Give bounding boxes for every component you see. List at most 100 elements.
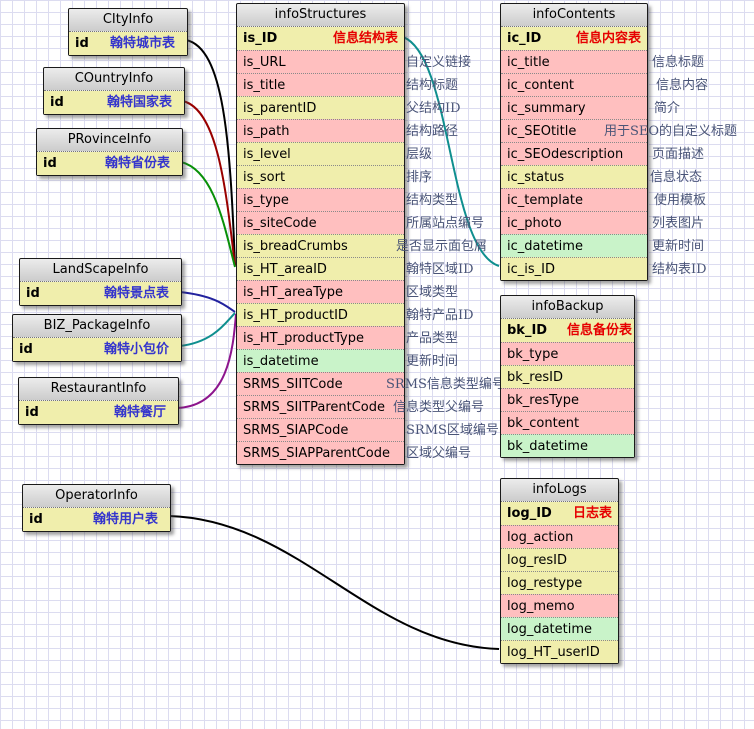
table-row[interactable]: is_path 结构路径 (237, 119, 404, 142)
table-row[interactable]: ic_SEOtitle 用于SEO的自定义标题 (501, 119, 647, 142)
table-title[interactable]: OperatorInfo (23, 485, 170, 508)
table-title[interactable]: BIZ_PackageInfo (13, 315, 181, 338)
table-row[interactable]: ic_title 信息标题 (501, 50, 647, 73)
table-row[interactable]: log_ID 日志表 (501, 502, 618, 525)
table-infobackup[interactable]: infoBackup bk_ID 信息备份表 bk_type bk_resID … (500, 295, 635, 458)
field-name: ic_datetime (507, 239, 583, 254)
field-note: 结构类型 (406, 189, 458, 212)
relationship-bizpackageinfo-infostructures[interactable] (180, 313, 235, 346)
table-infologs[interactable]: infoLogs log_ID 日志表 log_action log_resID… (500, 478, 619, 664)
table-landscapeinfo[interactable]: LandScapeInfo id 翰特景点表 (19, 258, 182, 306)
table-row[interactable]: bk_type (501, 342, 634, 365)
table-row[interactable]: id 翰特城市表 (69, 32, 187, 55)
table-title[interactable]: CItyInfo (69, 9, 187, 32)
table-row[interactable]: log_HT_userID (501, 640, 618, 663)
table-row[interactable]: is_datetime 更新时间 (237, 349, 404, 372)
field-note: 页面描述 (652, 143, 704, 166)
table-row[interactable]: log_memo (501, 594, 618, 617)
relationship-countryinfo-infostructures[interactable] (183, 101, 235, 266)
table-row[interactable]: is_title 结构标题 (237, 73, 404, 96)
table-row[interactable]: is_HT_areaID 翰特区域ID (237, 257, 404, 280)
field-name: is_datetime (243, 354, 319, 369)
table-label: 翰特用户表 (93, 508, 158, 531)
table-provinceinfo[interactable]: PRovinceInfo id 翰特省份表 (36, 128, 183, 176)
table-row[interactable]: is_sort 排序 (237, 165, 404, 188)
table-row[interactable]: log_action (501, 525, 618, 548)
table-row[interactable]: bk_content (501, 411, 634, 434)
relationship-landscapeinfo-infostructures[interactable] (180, 292, 235, 312)
table-row[interactable]: id 翰特小包价 (13, 338, 181, 361)
field-name: log_HT_userID (507, 645, 600, 660)
table-infostructures[interactable]: infoStructures is_ID 信息结构表 is_URL 自定义链接 … (236, 3, 405, 465)
table-infocontents[interactable]: infoContents ic_ID 信息内容表 ic_title 信息标题 i… (500, 3, 648, 281)
table-title[interactable]: LandScapeInfo (20, 259, 181, 282)
table-row[interactable]: id 翰特国家表 (44, 91, 184, 114)
table-bizpackageinfo[interactable]: BIZ_PackageInfo id 翰特小包价 (12, 314, 182, 362)
table-title[interactable]: infoBackup (501, 296, 634, 319)
field-name: ic_title (507, 55, 550, 70)
table-row[interactable]: ic_SEOdescription 页面描述 (501, 142, 647, 165)
field-name: log_datetime (507, 622, 592, 637)
relationship-operatorinfo-infologs[interactable] (169, 516, 499, 649)
er-diagram-canvas: { "tables": { "cityInfo": {"title": "CIt… (0, 0, 754, 729)
table-row[interactable]: is_type 结构类型 (237, 188, 404, 211)
table-title[interactable]: infoLogs (501, 479, 618, 502)
relationship-cityinfo-infostructures[interactable] (186, 40, 235, 265)
table-row[interactable]: ic_ID 信息内容表 (501, 27, 647, 50)
field-name: is_URL (243, 55, 286, 70)
table-row[interactable]: bk_datetime (501, 434, 634, 457)
table-row[interactable]: ic_summary 简介 (501, 96, 647, 119)
table-title[interactable]: RestaurantInfo (19, 378, 178, 401)
table-row[interactable]: ic_template 使用模板 (501, 188, 647, 211)
table-cityinfo[interactable]: CItyInfo id 翰特城市表 (68, 8, 188, 56)
table-label: 翰特城市表 (110, 32, 175, 55)
table-row[interactable]: ic_is_ID 结构表ID (501, 257, 647, 280)
field-name: is_parentID (243, 101, 316, 116)
field-name: ic_is_ID (507, 262, 555, 277)
table-row[interactable]: ic_content 信息内容 (501, 73, 647, 96)
table-row[interactable]: ic_datetime 更新时间 (501, 234, 647, 257)
table-row[interactable]: is_breadCrumbs 是否显示面包屑 (237, 234, 404, 257)
table-row[interactable]: log_datetime (501, 617, 618, 640)
table-restaurantinfo[interactable]: RestaurantInfo id 翰特餐厅 (18, 377, 179, 425)
table-row[interactable]: is_ID 信息结构表 (237, 27, 404, 50)
table-title[interactable]: COuntryInfo (44, 68, 184, 91)
table-row[interactable]: ic_photo 列表图片 (501, 211, 647, 234)
table-row[interactable]: id 翰特餐厅 (19, 401, 178, 424)
table-operatorinfo[interactable]: OperatorInfo id 翰特用户表 (22, 484, 171, 532)
table-row[interactable]: is_HT_productID 翰特产品ID (237, 303, 404, 326)
table-row[interactable]: SRMS_SIITCode SRMS信息类型编号 (237, 372, 404, 395)
field-note: 信息标题 (652, 51, 704, 74)
table-row[interactable]: log_resID (501, 548, 618, 571)
table-row[interactable]: id 翰特用户表 (23, 508, 170, 531)
table-row[interactable]: SRMS_SIAPParentCode 区域父编号 (237, 441, 404, 464)
field-name: is_HT_areaID (243, 262, 327, 277)
table-row[interactable]: is_level 层级 (237, 142, 404, 165)
table-row[interactable]: log_restype (501, 571, 618, 594)
table-row[interactable]: is_parentID 父结构ID (237, 96, 404, 119)
table-row[interactable]: SRMS_SIAPCode SRMS区域编号 (237, 418, 404, 441)
field-name: ic_ID (507, 31, 541, 46)
field-name: is_path (243, 124, 289, 139)
table-row[interactable]: ic_status 信息状态 (501, 165, 647, 188)
relationship-provinceinfo-infostructures[interactable] (181, 162, 235, 267)
table-row[interactable]: bk_resType (501, 388, 634, 411)
table-title[interactable]: infoContents (501, 4, 647, 27)
table-row[interactable]: bk_ID 信息备份表 (501, 319, 634, 342)
relationship-restaurantinfo-infostructures[interactable] (177, 314, 236, 408)
table-title[interactable]: PRovinceInfo (37, 129, 182, 152)
table-row[interactable]: id 翰特省份表 (37, 152, 182, 175)
table-row[interactable]: bk_resID (501, 365, 634, 388)
table-row[interactable]: is_HT_productType 产品类型 (237, 326, 404, 349)
table-row[interactable]: is_siteCode 所属站点编号 (237, 211, 404, 234)
table-label: 翰特省份表 (105, 152, 170, 175)
table-row[interactable]: SRMS_SIITParentCode 信息类型父编号 (237, 395, 404, 418)
table-row[interactable]: id 翰特景点表 (20, 282, 181, 305)
table-title[interactable]: infoStructures (237, 4, 404, 27)
table-countryinfo[interactable]: COuntryInfo id 翰特国家表 (43, 67, 185, 115)
table-row[interactable]: is_URL 自定义链接 (237, 50, 404, 73)
field-name: ic_status (507, 170, 564, 185)
table-row[interactable]: is_HT_areaType 区域类型 (237, 280, 404, 303)
field-note: 区域类型 (406, 281, 458, 304)
field-name: bk_datetime (507, 439, 588, 454)
